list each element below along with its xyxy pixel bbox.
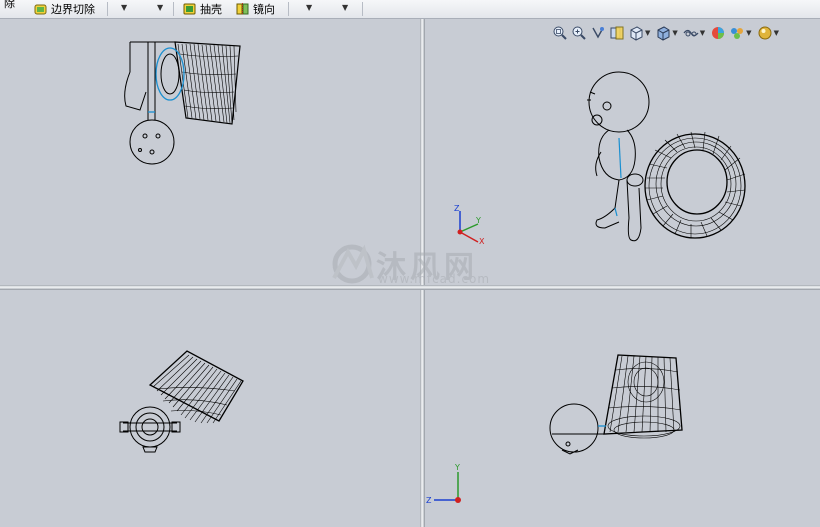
chevron-down-icon[interactable]: ▼ [700, 29, 705, 37]
chevron-down-icon[interactable]: ▼ [306, 3, 312, 12]
axis-z-label: Z [454, 204, 460, 213]
zoom-area-icon[interactable] [571, 25, 587, 41]
chevron-down-icon[interactable]: ▼ [746, 29, 751, 37]
mirror-icon [236, 3, 249, 15]
boundary-cut-icon [34, 4, 47, 15]
command-toolbar: 除 边界切除 ▼ ▼ 抽壳 镜向 ▼ ▼ [0, 0, 820, 19]
shell-icon [183, 3, 196, 15]
watermark-url: www.mfcad.com [378, 272, 491, 286]
watermark-logo-icon [332, 244, 374, 284]
boundary-cut-button[interactable]: 边界切除 [34, 0, 95, 18]
axis-y-label: Y [454, 463, 460, 472]
chevron-down-icon[interactable]: ▼ [342, 3, 348, 12]
shell-button[interactable]: 抽壳 [183, 0, 222, 18]
heads-up-view-toolbar: ▼ ▼ ▼ ▼ ▼ [552, 24, 781, 42]
chevron-down-icon[interactable]: ▼ [672, 29, 677, 37]
toolbar-separator [288, 2, 289, 16]
chevron-down-icon[interactable]: ▼ [157, 3, 163, 12]
section-view-icon[interactable] [609, 25, 625, 41]
apply-scene-icon[interactable] [729, 25, 745, 41]
toolbar-separator [107, 2, 108, 16]
toolbar-separator [173, 2, 174, 16]
chevron-down-icon[interactable]: ▼ [774, 29, 779, 37]
edit-appearance-icon[interactable] [710, 25, 726, 41]
chevron-down-icon[interactable]: ▼ [645, 29, 650, 37]
front-view-model[interactable] [100, 32, 260, 172]
axis-x-label: X [479, 237, 485, 246]
boundary-cut-label: 边界切除 [51, 3, 95, 16]
isometric-view-model[interactable] [575, 68, 765, 258]
watermark: 沐风网 www.mfcad.com [330, 242, 489, 286]
hide-show-icon[interactable] [683, 25, 699, 41]
view-orientation-icon[interactable] [628, 25, 644, 41]
zoom-to-fit-icon[interactable] [552, 25, 568, 41]
orientation-triad-bottom: Y Z [426, 463, 461, 505]
top-view-model[interactable] [115, 345, 250, 455]
partial-tool-label[interactable]: 除 [4, 0, 15, 12]
mirror-label: 镜向 [253, 3, 275, 16]
mirror-button[interactable]: 镜向 [236, 0, 275, 18]
shell-label: 抽壳 [200, 3, 222, 16]
axis-y-label: Y [475, 216, 481, 225]
axis-z-label: Z [426, 496, 432, 505]
chevron-down-icon[interactable]: ▼ [121, 3, 127, 12]
right-view-model[interactable] [548, 350, 688, 460]
display-style-icon[interactable] [655, 25, 671, 41]
orientation-triad: Z Y X [454, 204, 485, 246]
view-settings-icon[interactable] [757, 25, 773, 41]
toolbar-separator [362, 2, 363, 16]
previous-view-icon[interactable] [590, 25, 606, 41]
